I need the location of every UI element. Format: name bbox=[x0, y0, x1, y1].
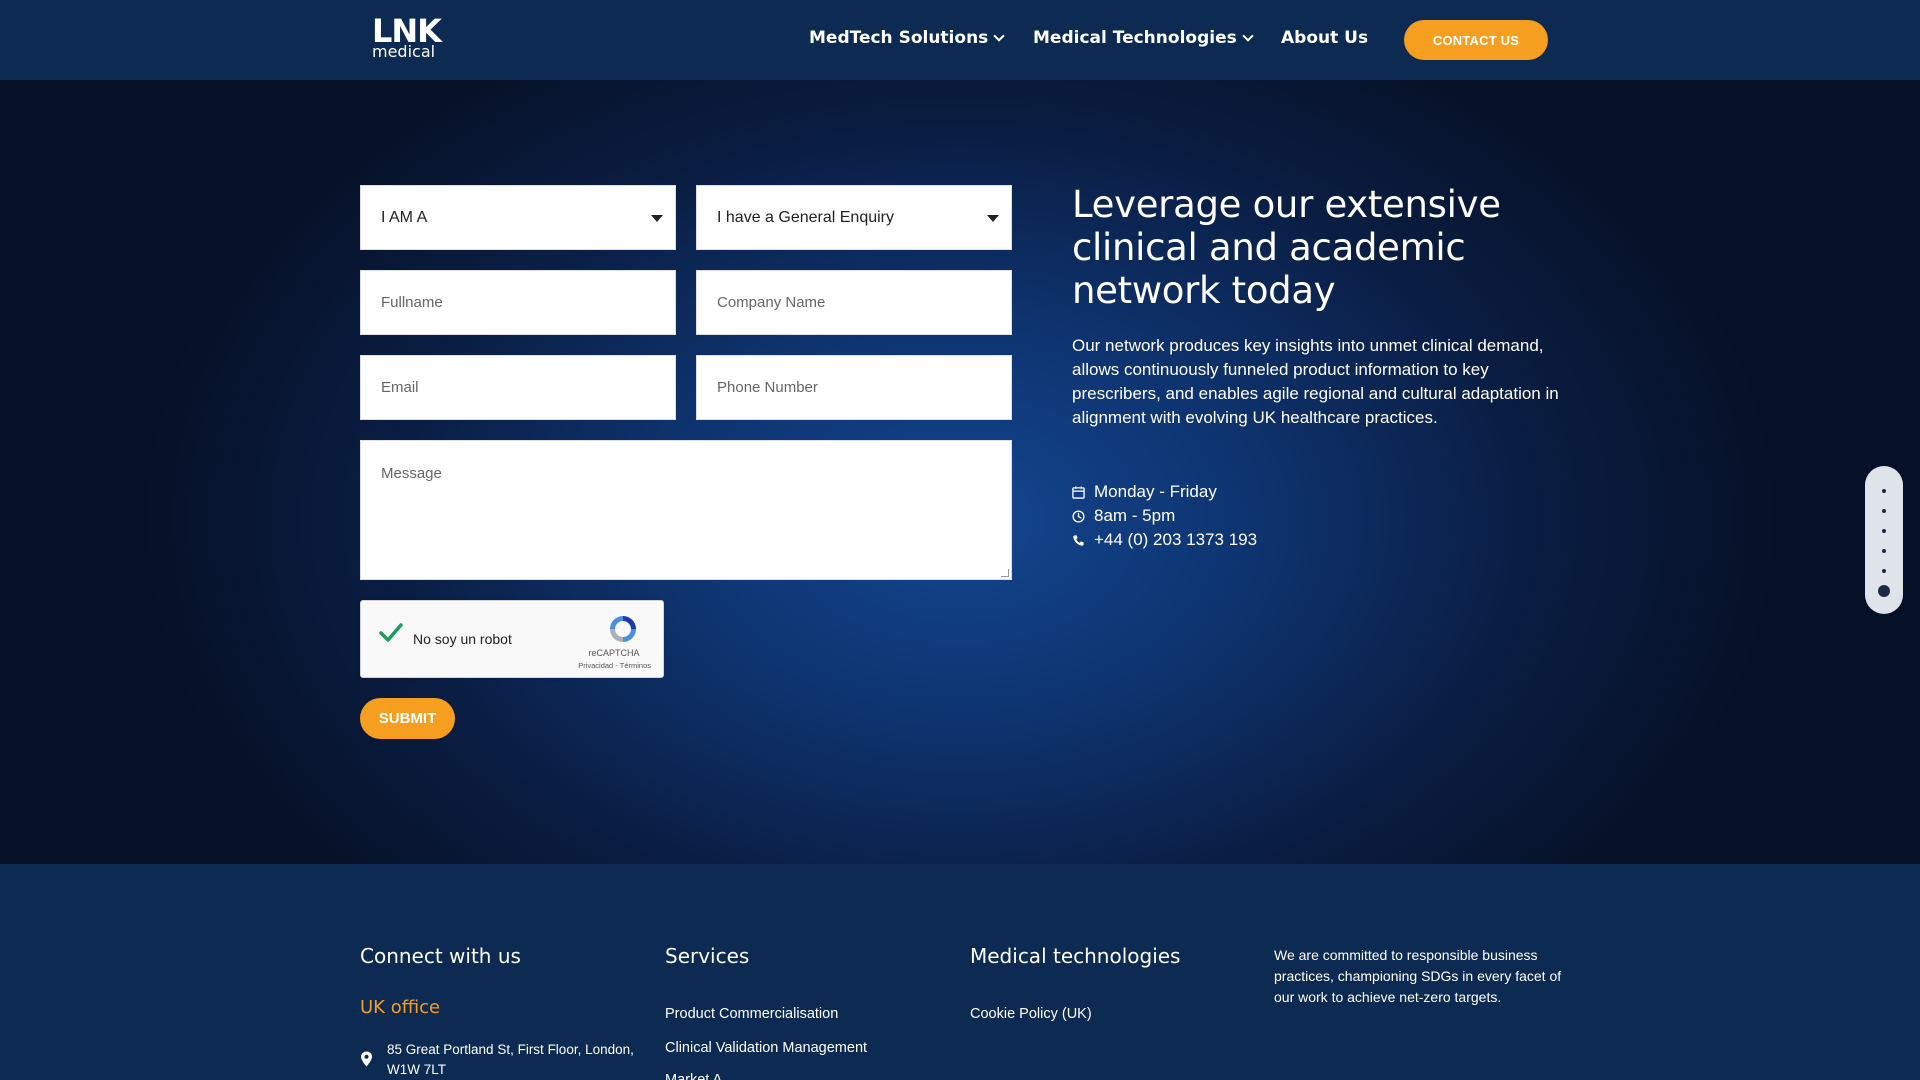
role-select-value: I AM A bbox=[381, 208, 428, 226]
site-footer bbox=[0, 864, 1920, 1080]
hours-text: 8am - 5pm bbox=[1094, 506, 1176, 525]
footer-link-cookie-policy[interactable]: Cookie Policy (UK) bbox=[970, 1006, 1092, 1022]
footer-office-heading: UK office bbox=[360, 997, 441, 1018]
checkmark-icon[interactable] bbox=[379, 621, 403, 645]
hero-title: Leverage our extensive clinical and acad… bbox=[1072, 183, 1501, 312]
recaptcha-privacy-links[interactable]: Privacidad - Términos bbox=[578, 661, 651, 670]
calendar-icon bbox=[1072, 485, 1085, 499]
phone-contact[interactable]: +44 (0) 203 1373 193 bbox=[1072, 530, 1257, 550]
office-address: 85 Great Portland St, First Floor, Londo… bbox=[387, 1042, 634, 1077]
section-scroll-indicator bbox=[1865, 466, 1903, 614]
submit-button[interactable]: SUBMIT bbox=[360, 698, 455, 739]
nav-label: About Us bbox=[1281, 28, 1369, 48]
message-textarea[interactable]: Message bbox=[360, 440, 1012, 580]
phone-number-input[interactable]: Phone Number bbox=[696, 355, 1012, 420]
chevron-down-icon bbox=[993, 29, 1005, 42]
email-input[interactable]: Email bbox=[360, 355, 676, 420]
section-dot[interactable] bbox=[1882, 529, 1886, 533]
message-placeholder: Message bbox=[381, 465, 442, 482]
caret-down-icon bbox=[651, 215, 663, 222]
days-text: Monday - Friday bbox=[1094, 482, 1217, 501]
section-dot[interactable] bbox=[1882, 489, 1886, 493]
company-name-input[interactable]: Company Name bbox=[696, 270, 1012, 335]
caret-down-icon bbox=[987, 215, 999, 222]
section-dot-active[interactable] bbox=[1878, 585, 1890, 597]
contact-us-button[interactable]: CONTACT US bbox=[1404, 20, 1548, 60]
chevron-down-icon bbox=[1242, 29, 1254, 42]
section-dot[interactable] bbox=[1882, 509, 1886, 513]
footer-medtech-heading: Medical technologies bbox=[970, 944, 1181, 968]
recaptcha-widget: No soy un robot reCAPTCHA Privacidad - T… bbox=[360, 600, 664, 678]
opening-days: Monday - Friday bbox=[1072, 482, 1217, 502]
site-header: LNK medical MedTech Solutions Medical Te… bbox=[0, 0, 1920, 80]
nav-label: Medical Technologies bbox=[1033, 28, 1237, 48]
opening-hours: 8am - 5pm bbox=[1072, 506, 1175, 526]
resize-handle-icon[interactable] bbox=[1001, 569, 1009, 577]
clock-icon bbox=[1072, 509, 1085, 523]
captcha-label: No soy un robot bbox=[413, 631, 512, 647]
location-pin-icon bbox=[361, 1051, 372, 1067]
phone-icon bbox=[1073, 534, 1084, 546]
footer-connect-heading: Connect with us bbox=[360, 944, 521, 968]
section-dot[interactable] bbox=[1882, 549, 1886, 553]
footer-link-product-commercialisation[interactable]: Product Commercialisation bbox=[665, 1006, 838, 1022]
footer-link-clinical-validation[interactable]: Clinical Validation Management bbox=[665, 1040, 867, 1056]
recaptcha-brand: reCAPTCHA bbox=[588, 648, 640, 658]
footer-commitment-text: We are committed to responsible business… bbox=[1274, 947, 1562, 1005]
footer-link-market-access[interactable]: Market A bbox=[665, 1072, 722, 1080]
enquiry-select[interactable]: I have a General Enquiry bbox=[696, 185, 1012, 250]
lnk-medical-logo[interactable]: LNK medical bbox=[372, 14, 442, 66]
enquiry-select-value: I have a General Enquiry bbox=[717, 208, 894, 226]
nav-label: MedTech Solutions bbox=[809, 28, 989, 48]
recaptcha-logo-icon bbox=[610, 616, 636, 642]
fullname-input[interactable]: Fullname bbox=[360, 270, 676, 335]
role-select[interactable]: I AM A bbox=[360, 185, 676, 250]
phone-text: +44 (0) 203 1373 193 bbox=[1094, 530, 1258, 549]
section-dot[interactable] bbox=[1882, 569, 1886, 573]
nav-medical-technologies[interactable]: Medical Technologies bbox=[1033, 28, 1254, 48]
logo-subtitle: medical bbox=[372, 42, 436, 61]
footer-services-heading: Services bbox=[665, 944, 750, 968]
nav-medtech-solutions[interactable]: MedTech Solutions bbox=[809, 28, 1005, 48]
nav-about-us[interactable]: About Us bbox=[1281, 28, 1368, 48]
hero-description: Our network produces key insights into u… bbox=[1072, 336, 1559, 427]
